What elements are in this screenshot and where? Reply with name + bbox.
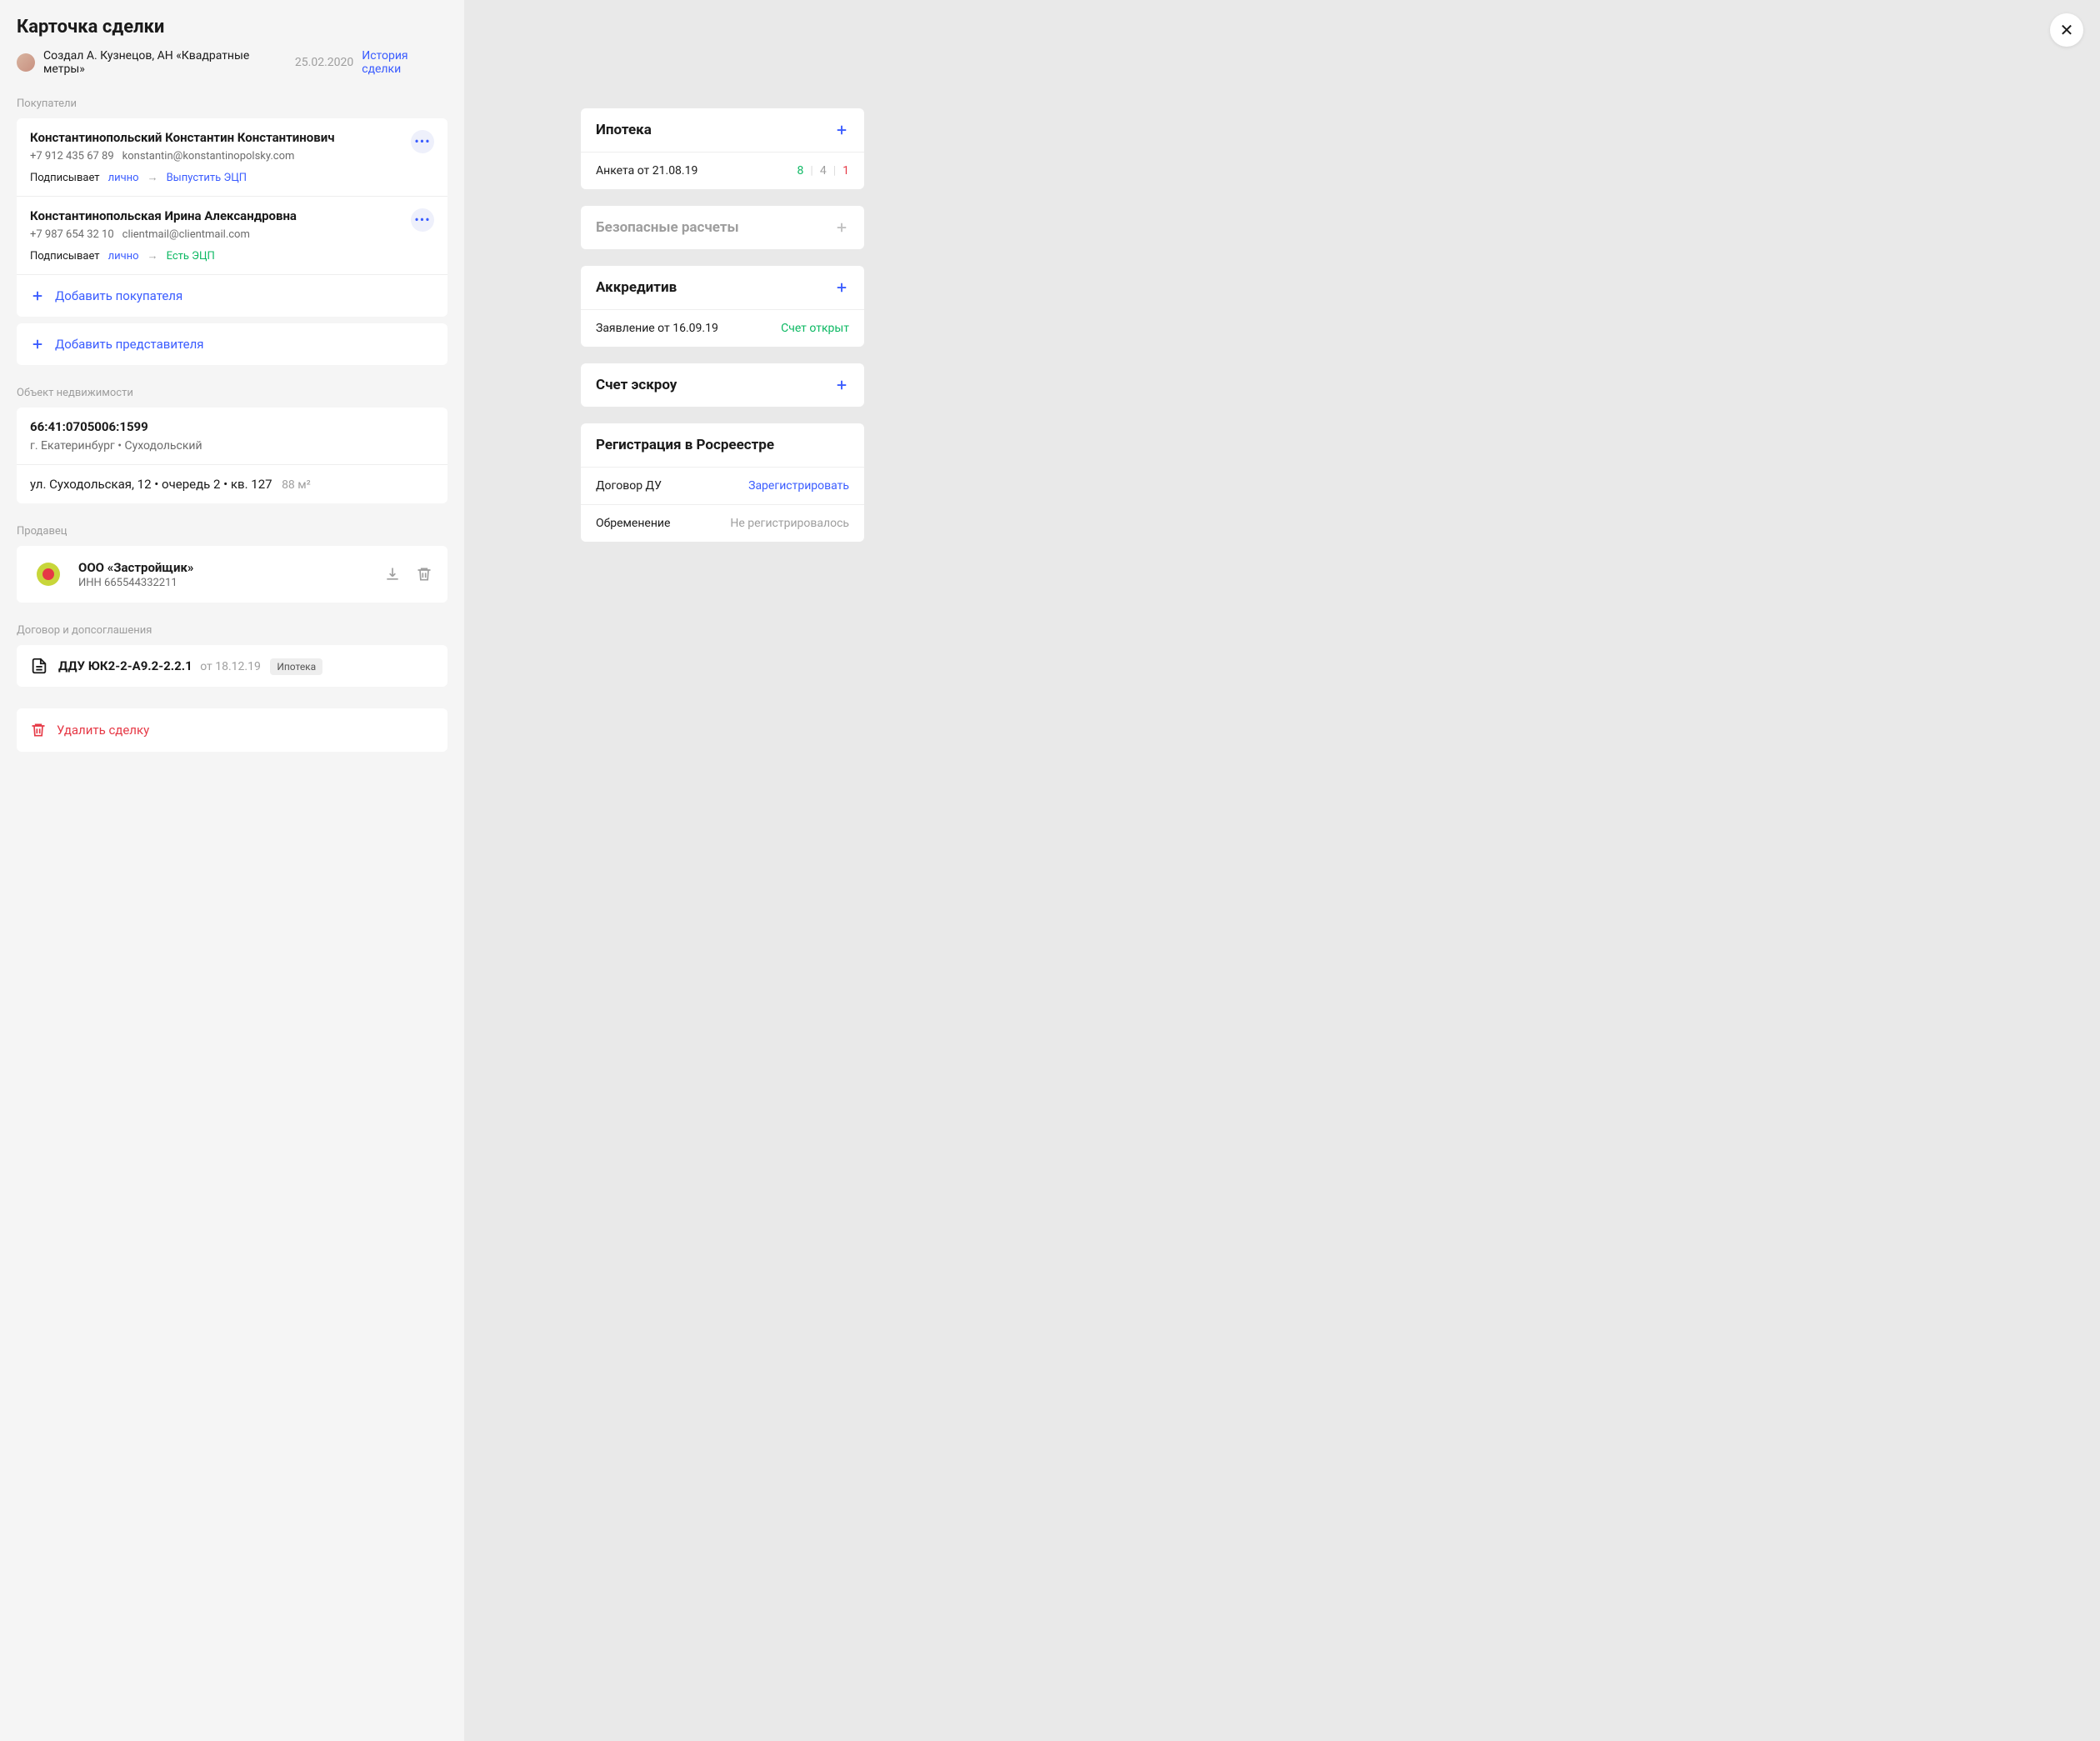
stat-gray: 4	[820, 164, 827, 178]
more-icon: •••	[414, 213, 430, 227]
buyer-row-1: Константинопольская Ирина Александровна …	[17, 196, 448, 274]
property-area: 88 м²	[282, 478, 311, 492]
history-link[interactable]: История сделки	[362, 49, 448, 76]
rosreestr-header[interactable]: Регистрация в Росреестре	[581, 423, 864, 467]
buyers-label: Покупатели	[17, 98, 448, 110]
property-city: г. Екатеринбург • Суходольский	[30, 439, 434, 453]
contracts-label: Договор и допсоглашения	[17, 624, 448, 637]
arrow-icon: →	[148, 249, 158, 263]
buyer-name: Константинопольская Ирина Александровна	[30, 208, 297, 223]
meta-row: Создал А. Кузнецов, АН «Квадратные метры…	[17, 49, 448, 76]
escrow-panel: Счет эскроу	[581, 363, 864, 407]
sign-label: Подписывает	[30, 250, 100, 263]
contract-tag: Ипотека	[270, 658, 322, 675]
left-column: Карточка сделки Создал А. Кузнецов, АН «…	[0, 0, 464, 1741]
mortgage-title: Ипотека	[596, 122, 652, 138]
safe-payments-header[interactable]: Безопасные расчеты	[581, 206, 864, 249]
avatar	[17, 53, 35, 72]
close-button[interactable]: ✕	[2050, 13, 2083, 47]
issue-ecp-link[interactable]: Выпустить ЭЦП	[167, 172, 247, 184]
cadastral-number: 66:41:0705006:1599	[30, 419, 434, 434]
stat-red: 1	[842, 164, 849, 178]
property-address: ул. Суходольская, 12 • очередь 2 • кв. 1…	[30, 477, 272, 492]
page-title: Карточка сделки	[17, 17, 448, 38]
more-button[interactable]: •••	[411, 130, 434, 153]
escrow-header[interactable]: Счет эскроу	[581, 363, 864, 407]
add-rep-button[interactable]: Добавить представителя	[17, 323, 448, 365]
sign-mode[interactable]: лично	[108, 172, 139, 184]
seller-label: Продавец	[17, 525, 448, 538]
accreditive-header[interactable]: Аккредитив	[581, 266, 864, 309]
add-rep-card: Добавить представителя	[17, 323, 448, 365]
more-button[interactable]: •••	[411, 208, 434, 232]
trash-icon	[416, 566, 432, 583]
plus-icon	[30, 337, 45, 352]
plus-icon[interactable]	[834, 378, 849, 393]
seller-name: ООО «Застройщик»	[78, 560, 371, 575]
seller-card: ООО «Застройщик» ИНН 665544332211	[17, 546, 448, 603]
arrow-icon: →	[148, 171, 158, 184]
created-date: 25.02.2020	[295, 56, 353, 69]
property-label: Объект недвижимости	[17, 387, 448, 399]
delete-deal-button[interactable]: Удалить сделку	[17, 708, 448, 752]
accred-title: Аккредитив	[596, 279, 677, 296]
right-column: ✕ Ипотека Анкета от 21.08.19 8| 4| 1 Без…	[464, 0, 2100, 1741]
contract-card[interactable]: ДДУ ЮК2-2-A9.2-2.2.1 от 18.12.19 Ипотека	[17, 645, 448, 687]
contract-number: ДДУ ЮК2-2-A9.2-2.2.1	[58, 658, 192, 673]
property-card: 66:41:0705006:1599 г. Екатеринбург • Сух…	[17, 408, 448, 503]
register-link[interactable]: Зарегистрировать	[748, 479, 849, 493]
accreditive-panel: Аккредитив Заявление от 16.09.19 Счет от…	[581, 266, 864, 347]
document-icon	[30, 657, 48, 675]
download-icon	[384, 566, 401, 583]
buyer-row-0: Константинопольский Константин Константи…	[17, 118, 448, 196]
safe-payments-panel: Безопасные расчеты	[581, 206, 864, 249]
buyer-name: Константинопольский Константин Константи…	[30, 130, 335, 145]
sign-label: Подписывает	[30, 172, 100, 184]
plus-icon[interactable]	[834, 280, 849, 295]
escrow-title: Счет эскроу	[596, 377, 677, 393]
sign-mode[interactable]: лично	[108, 250, 139, 263]
accred-status: Счет открыт	[781, 322, 849, 335]
accreditive-row[interactable]: Заявление от 16.09.19 Счет открыт	[581, 309, 864, 347]
more-icon: •••	[414, 135, 430, 148]
trash-icon	[30, 722, 47, 738]
buyer-email: clientmail@clientmail.com	[122, 228, 250, 241]
add-buyer-button[interactable]: Добавить покупателя	[17, 274, 448, 317]
buyers-card: Константинопольский Константин Константи…	[17, 118, 448, 317]
delete-card: Удалить сделку	[17, 708, 448, 752]
close-icon: ✕	[2060, 20, 2074, 40]
delete-seller-button[interactable]	[414, 564, 434, 584]
mortgage-panel: Ипотека Анкета от 21.08.19 8| 4| 1	[581, 108, 864, 189]
safe-title: Безопасные расчеты	[596, 219, 739, 236]
buyer-phone: +7 912 435 67 89	[30, 150, 114, 163]
contract-date: от 18.12.19	[200, 660, 261, 673]
reg-status: Не регистрировалось	[730, 517, 849, 530]
rosreestr-row-1: Обременение Не регистрировалось	[581, 504, 864, 542]
rosreestr-row-0[interactable]: Договор ДУ Зарегистрировать	[581, 467, 864, 504]
creator-text: Создал А. Кузнецов, АН «Квадратные метры…	[43, 49, 287, 76]
has-ecp-label: Есть ЭЦП	[167, 250, 215, 263]
rosreestr-title: Регистрация в Росреестре	[596, 437, 774, 453]
mortgage-header[interactable]: Ипотека	[581, 108, 864, 152]
stat-green: 8	[798, 164, 804, 178]
plus-icon	[30, 288, 45, 303]
plus-icon[interactable]	[834, 123, 849, 138]
rosreestr-panel: Регистрация в Росреестре Договор ДУ Заре…	[581, 423, 864, 542]
seller-inn: ИНН 665544332211	[78, 577, 371, 589]
plus-icon[interactable]	[834, 220, 849, 235]
mortgage-row[interactable]: Анкета от 21.08.19 8| 4| 1	[581, 152, 864, 189]
buyer-email: konstantin@konstantinopolsky.com	[122, 150, 295, 163]
download-button[interactable]	[382, 564, 402, 584]
seller-logo	[30, 556, 67, 593]
buyer-phone: +7 987 654 32 10	[30, 228, 114, 241]
